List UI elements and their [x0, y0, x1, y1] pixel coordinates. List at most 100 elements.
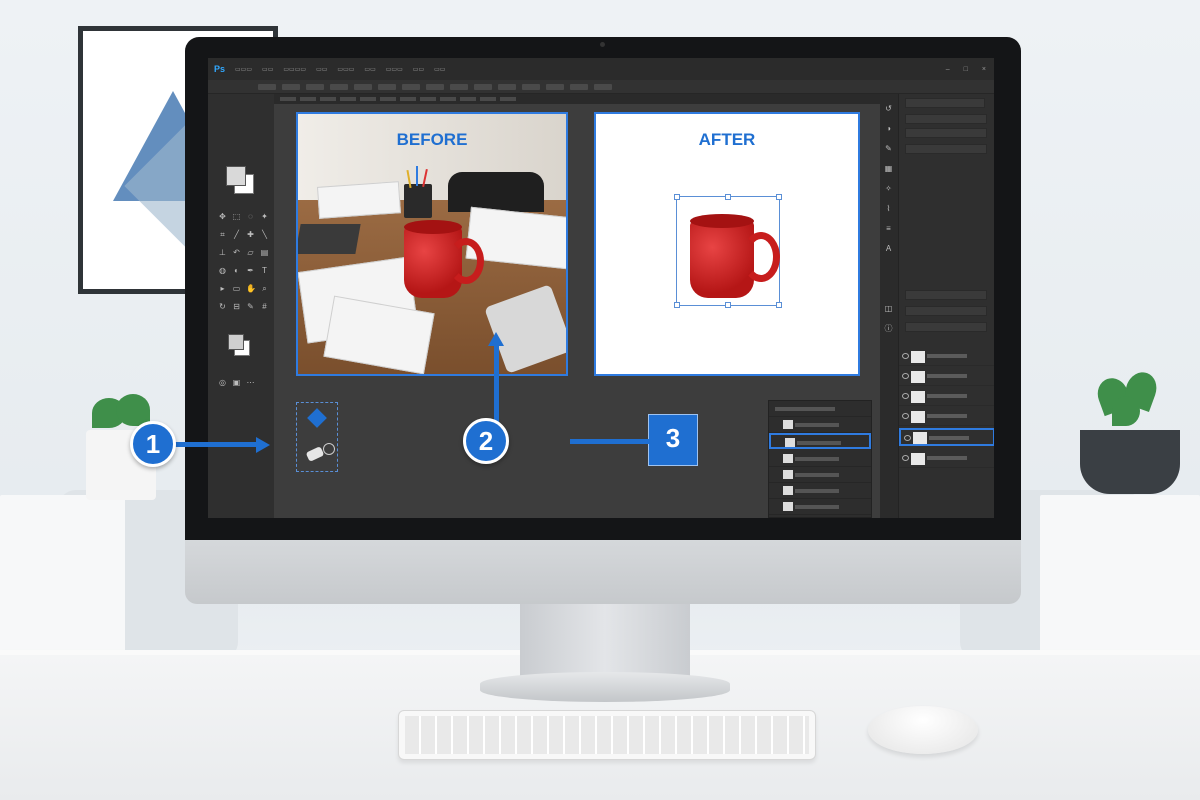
eye-icon[interactable]: [902, 393, 909, 399]
layer-row[interactable]: [899, 368, 994, 386]
selection-handle[interactable]: [725, 194, 731, 200]
eye-icon[interactable]: [902, 353, 909, 359]
menu-item[interactable]: ▭▭▭: [337, 66, 354, 73]
stamp-tool-icon[interactable]: ⊥: [218, 248, 227, 257]
step-1-tool-group[interactable]: [296, 402, 338, 472]
foreground-color-swatch-lower[interactable]: [228, 334, 244, 350]
document-tab[interactable]: [440, 97, 456, 101]
styles-icon[interactable]: ✧: [884, 184, 893, 193]
layer-row[interactable]: [769, 417, 871, 433]
pen-tool-icon[interactable]: ✒: [246, 266, 255, 275]
document-tab[interactable]: [300, 97, 316, 101]
document-tab[interactable]: [480, 97, 496, 101]
option-control[interactable]: [546, 83, 564, 90]
layer-row[interactable]: [899, 388, 994, 406]
note-tool-icon[interactable]: ✎: [246, 302, 255, 311]
layer-row[interactable]: [899, 348, 994, 366]
document-tab[interactable]: [500, 97, 516, 101]
history-brush-tool-icon[interactable]: ↶: [232, 248, 241, 257]
ruler-tool-icon[interactable]: ⊟: [232, 302, 241, 311]
option-control[interactable]: [498, 83, 516, 90]
document-tab[interactable]: [340, 97, 356, 101]
document-tab[interactable]: [380, 97, 396, 101]
option-control[interactable]: [378, 83, 396, 90]
healing-tool-icon[interactable]: ✚: [246, 230, 255, 239]
character-icon[interactable]: A: [884, 244, 893, 253]
properties-panel-tabs[interactable]: [905, 98, 985, 108]
document-tab[interactable]: [320, 97, 336, 101]
swatches-icon[interactable]: ▦: [884, 164, 893, 173]
selection-handle[interactable]: [674, 302, 680, 308]
layers-blend-row[interactable]: [905, 322, 987, 332]
type-tool-icon[interactable]: T: [260, 266, 269, 275]
layers-icon[interactable]: ◫: [884, 304, 893, 313]
lasso-tool-icon[interactable]: ◌: [246, 212, 255, 221]
option-control[interactable]: [306, 83, 324, 90]
menu-item[interactable]: ▭▭▭: [386, 66, 403, 73]
option-control[interactable]: [474, 83, 492, 90]
diamond-tool-icon[interactable]: [307, 408, 327, 428]
layers-filter-row[interactable]: [905, 306, 987, 316]
layer-row-selected[interactable]: [899, 428, 994, 446]
layer-row[interactable]: [769, 467, 871, 483]
eraser-tool-icon[interactable]: [305, 446, 325, 462]
document-tab[interactable]: [460, 97, 476, 101]
properties-row[interactable]: [905, 128, 987, 138]
layer-row[interactable]: [769, 499, 871, 515]
dodge-tool-icon[interactable]: ◐: [232, 266, 241, 275]
hand-tool-icon[interactable]: ✋: [246, 284, 256, 293]
document-tab[interactable]: [360, 97, 376, 101]
brush-tool-icon[interactable]: ╲: [260, 230, 269, 239]
move-tool-icon[interactable]: ✥: [218, 212, 227, 221]
option-control[interactable]: [570, 83, 588, 90]
option-control[interactable]: [258, 83, 276, 90]
brush-settings-icon[interactable]: ✎: [884, 144, 893, 153]
canvas-area[interactable]: BEFORE AFTER: [274, 104, 880, 518]
layer-row[interactable]: [899, 450, 994, 468]
document-tab[interactable]: [280, 97, 296, 101]
option-control[interactable]: [450, 83, 468, 90]
foreground-color-swatch[interactable]: [226, 166, 246, 186]
menu-item[interactable]: ▭▭: [364, 66, 375, 73]
eyedropper-tool-icon[interactable]: ╱: [232, 230, 241, 239]
blur-tool-icon[interactable]: ◍: [218, 266, 227, 275]
eye-icon[interactable]: [902, 455, 909, 461]
path-select-tool-icon[interactable]: ▸: [218, 284, 227, 293]
minimize-icon[interactable]: –: [946, 66, 950, 73]
screen-mode-icon[interactable]: ▣: [232, 378, 241, 387]
menu-item[interactable]: ▭▭: [316, 66, 327, 73]
option-control[interactable]: [402, 83, 420, 90]
edit-toolbar-icon[interactable]: ⋯: [246, 378, 255, 387]
option-control[interactable]: [522, 83, 540, 90]
option-control[interactable]: [330, 83, 348, 90]
properties-row[interactable]: [905, 114, 987, 124]
option-control[interactable]: [594, 83, 612, 90]
eye-icon[interactable]: [902, 373, 909, 379]
adjustments-icon[interactable]: ◑: [884, 124, 893, 133]
crop-tool-icon[interactable]: ⌗: [218, 230, 227, 239]
maximize-icon[interactable]: □: [964, 66, 968, 73]
document-tab[interactable]: [400, 97, 416, 101]
layer-row[interactable]: [769, 483, 871, 499]
selection-handle[interactable]: [776, 302, 782, 308]
shape-tool-icon[interactable]: ▭: [232, 284, 241, 293]
menu-item[interactable]: ▭▭▭: [235, 66, 252, 73]
after-image[interactable]: AFTER: [594, 112, 860, 376]
layer-row-selected[interactable]: [769, 433, 871, 449]
layer-row[interactable]: [769, 451, 871, 467]
count-tool-icon[interactable]: #: [260, 302, 269, 311]
wand-tool-icon[interactable]: ✦: [260, 212, 269, 221]
menu-item[interactable]: ▭▭: [413, 66, 424, 73]
rotate-view-tool-icon[interactable]: ↻: [218, 302, 227, 311]
menu-item[interactable]: ▭▭: [434, 66, 445, 73]
channels-icon[interactable]: ≡: [884, 224, 893, 233]
document-tab[interactable]: [420, 97, 436, 101]
menu-item[interactable]: ▭▭: [262, 66, 273, 73]
option-control[interactable]: [354, 83, 372, 90]
menu-item[interactable]: ▭▭▭▭: [283, 66, 306, 73]
info-icon[interactable]: ⓘ: [884, 324, 893, 333]
selection-handle[interactable]: [725, 302, 731, 308]
option-control[interactable]: [426, 83, 444, 90]
app-logo-icon[interactable]: Ps: [214, 64, 225, 74]
history-icon[interactable]: ↺: [884, 104, 893, 113]
